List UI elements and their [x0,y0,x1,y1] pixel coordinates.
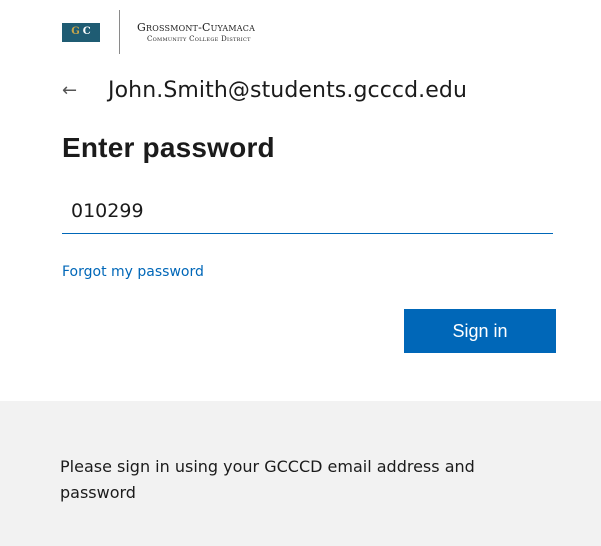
identity-email: John.Smith@students.gcccd.edu [108,78,468,103]
org-subtitle: Community College District [147,34,251,43]
logo-text: Grossmont-Cuyamaca Community College Dis… [137,21,255,44]
info-panel: Please sign in using your GCCCD email ad… [0,401,601,546]
arrow-left-icon[interactable]: ← [62,82,84,100]
signin-page: G C Grossmont-Cuyamaca Community College… [0,0,601,546]
sign-in-button[interactable]: Sign in [404,309,556,353]
logo-letter-g: G [71,26,80,37]
page-title: Enter password [62,132,275,163]
gc-logo-mark: G C [62,22,100,42]
identity-banner: ← John.Smith@students.gcccd.edu [62,80,467,102]
password-field[interactable] [62,188,553,234]
org-logo: G C Grossmont-Cuyamaca Community College… [62,10,255,54]
forgot-password-link[interactable]: Forgot my password [62,264,204,280]
org-name: Grossmont-Cuyamaca [137,20,256,34]
logo-divider [119,10,120,54]
logo-letter-c: C [82,26,91,37]
info-panel-text: Please sign in using your GCCCD email ad… [60,457,475,502]
